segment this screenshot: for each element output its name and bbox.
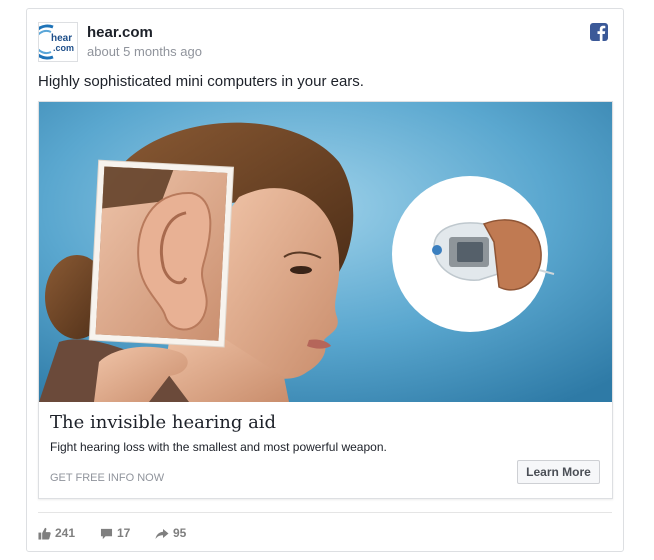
avatar-logo-line2: .com — [53, 43, 74, 53]
page-name-link[interactable]: hear.com — [87, 24, 153, 41]
ad-image[interactable] — [39, 102, 612, 402]
ad-link-preview[interactable]: The invisible hearing aid Fight hearing … — [38, 101, 613, 499]
ad-cta-caption: GET FREE INFO NOW — [50, 472, 165, 484]
share-count-value: 95 — [173, 526, 187, 540]
comment-icon — [100, 528, 113, 539]
facebook-icon — [590, 23, 608, 41]
ad-headline[interactable]: The invisible hearing aid — [50, 412, 276, 433]
page-avatar[interactable]: hear .com — [38, 22, 78, 62]
post-message: Highly sophisticated mini computers in y… — [38, 73, 364, 90]
comment-count-value: 17 — [117, 526, 131, 540]
share-count[interactable]: 95 — [155, 523, 186, 543]
post-timestamp[interactable]: about 5 months ago — [87, 44, 202, 59]
footer-divider — [38, 512, 612, 513]
like-count-value: 241 — [55, 526, 76, 540]
post-header: hear .com hear.com about 5 months ago — [38, 20, 612, 64]
thumbs-up-icon — [38, 528, 51, 540]
share-arrow-icon — [155, 528, 169, 539]
comment-count[interactable]: 17 — [100, 523, 130, 543]
hear-logo-icon: hear .com — [39, 24, 74, 60]
ear-photo — [88, 159, 235, 348]
like-count[interactable]: 241 — [38, 523, 75, 543]
ad-description: Fight hearing loss with the smallest and… — [50, 440, 387, 454]
ad-post-card: hear .com hear.com about 5 months ago Hi… — [26, 8, 624, 552]
learn-more-button[interactable]: Learn More — [517, 460, 600, 484]
